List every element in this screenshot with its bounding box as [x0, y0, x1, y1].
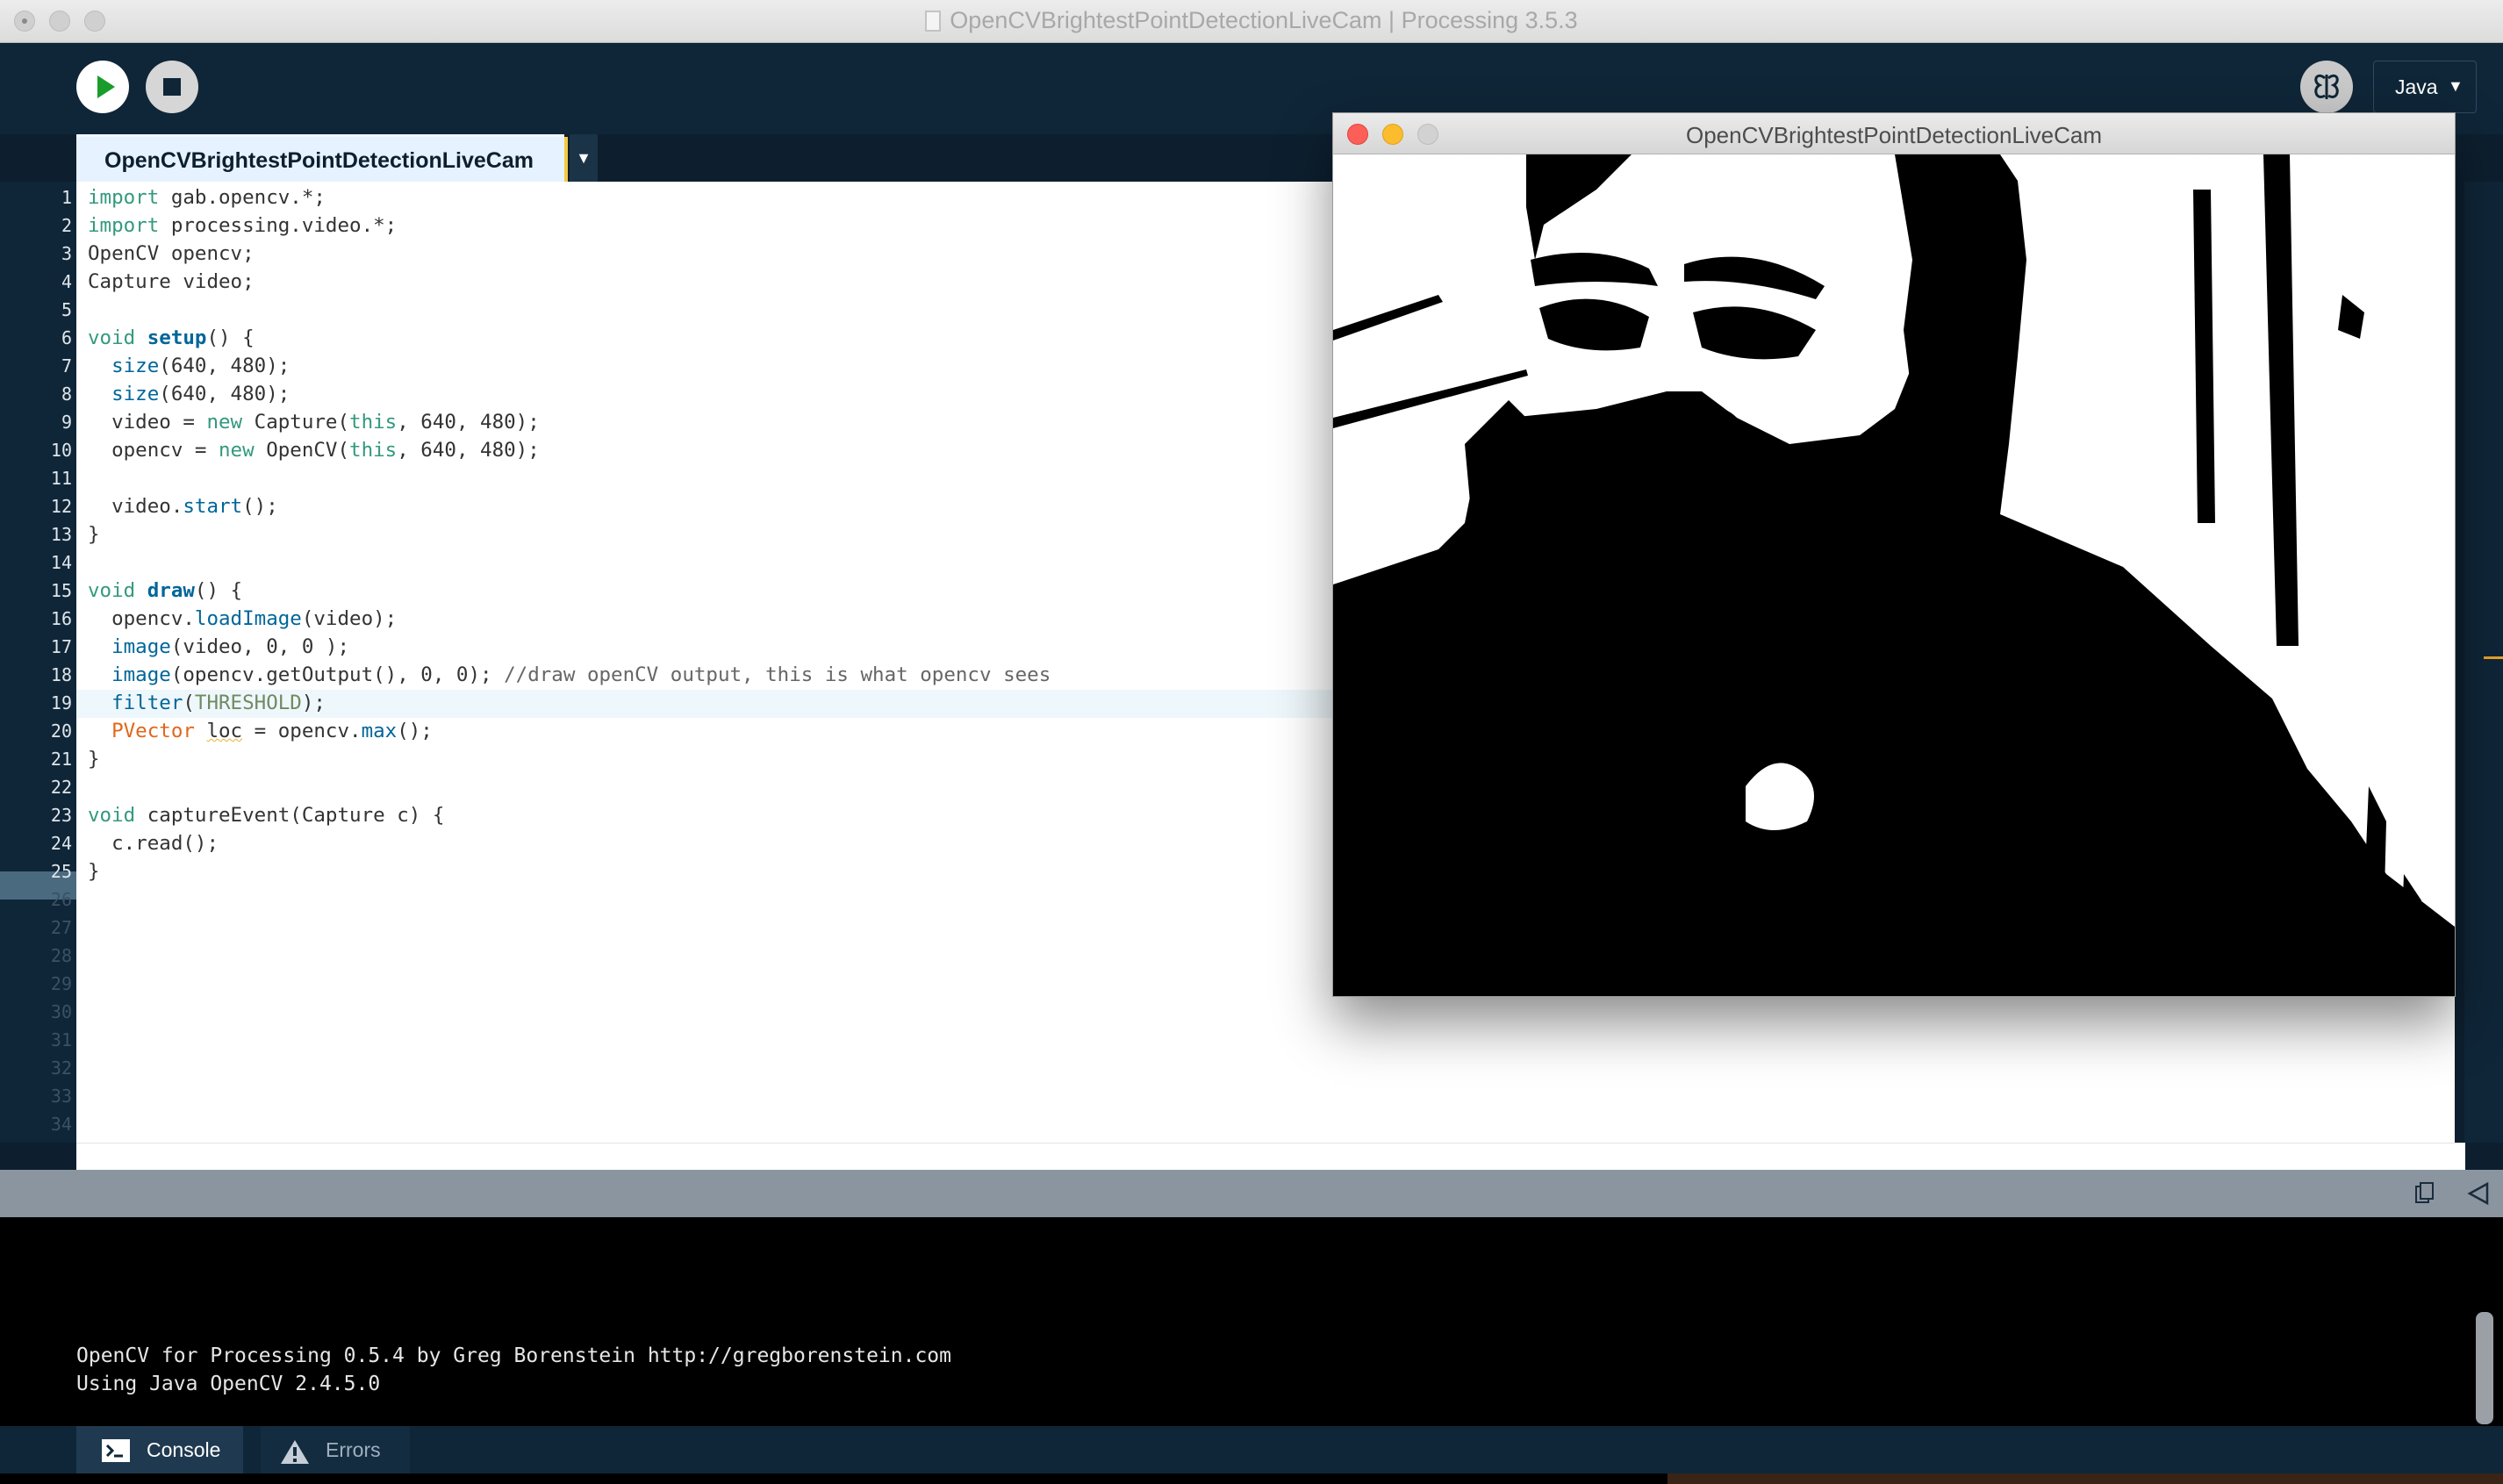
tab-label: OpenCVBrightestPointDetectionLiveCam	[104, 148, 534, 173]
editor-status-strip	[76, 1143, 2465, 1171]
line-number: 1	[61, 187, 72, 208]
line-number: 20	[50, 720, 72, 742]
line-number: 22	[50, 777, 72, 798]
debugger-button[interactable]	[2300, 61, 2353, 113]
run-button[interactable]	[76, 61, 129, 113]
warning-icon	[281, 1440, 309, 1464]
error-marker[interactable]	[2484, 656, 2503, 659]
line-number: 3	[61, 243, 72, 264]
line-number: 24	[50, 833, 72, 854]
line-number: 34	[50, 1114, 72, 1135]
line-number: 29	[50, 973, 72, 994]
code-line-text: PVector loc = opencv.max();	[111, 720, 433, 742]
console-icon	[102, 1439, 130, 1462]
code-line-text: }	[88, 860, 100, 883]
line-number: 6	[61, 327, 72, 348]
code-line-text: opencv.loadImage(video);	[88, 607, 398, 630]
console-tab[interactable]: Console	[76, 1426, 243, 1473]
line-number: 7	[61, 355, 72, 376]
line-number: 9	[61, 412, 72, 433]
line-number: 11	[50, 468, 72, 489]
line-number: 33	[50, 1086, 72, 1107]
mode-selector[interactable]: Java ▼	[2373, 61, 2477, 113]
line-number: 17	[50, 636, 72, 657]
line-number: 16	[50, 608, 72, 629]
code-line-text: video.start();	[88, 495, 278, 518]
errors-tab-label: Errors	[326, 1438, 381, 1461]
line-number: 4	[61, 271, 72, 292]
stop-icon	[163, 78, 181, 96]
line-number: 31	[50, 1029, 72, 1050]
desktop-strip	[0, 1473, 2503, 1484]
tab-sketch-main[interactable]: OpenCVBrightestPointDetectionLiveCam	[76, 134, 568, 184]
tab-menu-button[interactable]: ▼	[570, 134, 598, 182]
line-number: 5	[61, 299, 72, 320]
code-line-text: }	[88, 523, 100, 546]
line-number: 2	[61, 215, 72, 236]
thresholded-webcam-image	[1333, 154, 2455, 996]
line-number: 21	[50, 749, 72, 770]
line-number: 25	[50, 861, 72, 882]
line-number: 13	[50, 524, 72, 545]
code-line-text: filter(THRESHOLD);	[111, 692, 326, 714]
line-number: 14	[50, 552, 72, 573]
console-line: Using Java OpenCV 2.4.5.0	[76, 1373, 381, 1395]
stop-button[interactable]	[146, 61, 198, 113]
line-number: 18	[50, 664, 72, 685]
code-line-text: import processing.video.*;	[88, 214, 398, 237]
sketch-tab-bar: OpenCVBrightestPointDetectionLiveCam ▼	[0, 134, 1334, 184]
console-output: OpenCV for Processing 0.5.4 by Greg Bore…	[0, 1217, 2503, 1426]
line-number: 12	[50, 496, 72, 517]
code-line-text: size(640, 480);	[111, 355, 290, 377]
code-line-text: }	[88, 748, 100, 771]
line-number: 27	[50, 917, 72, 938]
console-scrollbar[interactable]	[2476, 1312, 2493, 1424]
line-number: 26	[50, 889, 72, 910]
console-header	[0, 1170, 2503, 1217]
line-number: 19	[50, 692, 72, 713]
line-number: 30	[50, 1001, 72, 1022]
webcam-threshold-picture	[1333, 154, 2455, 996]
copy-icon[interactable]	[2415, 1182, 2435, 1205]
code-line-text: image(opencv.getOutput(), 0, 0); //draw …	[111, 663, 1051, 686]
code-line-text: video = new Capture(this, 640, 480);	[88, 411, 540, 434]
sketch-output-window[interactable]: OpenCVBrightestPointDetectionLiveCam	[1332, 112, 2456, 997]
code-line-text: size(640, 480);	[111, 383, 290, 405]
chevron-down-icon: ▼	[2448, 77, 2464, 95]
line-number: 28	[50, 945, 72, 966]
footer-bar: Console Errors	[0, 1426, 2503, 1484]
collapse-console-icon[interactable]	[2466, 1180, 2491, 1207]
code-line-text: c.read();	[88, 832, 219, 855]
console-line: OpenCV for Processing 0.5.4 by Greg Bore…	[76, 1344, 951, 1367]
play-icon	[97, 75, 115, 98]
window-titlebar: OpenCVBrightestPointDetectionLiveCam | P…	[0, 0, 2503, 43]
line-number: 15	[50, 580, 72, 601]
code-line-text: import gab.opencv.*;	[88, 186, 326, 209]
sketch-window-title: OpenCVBrightestPointDetectionLiveCam	[1685, 122, 2103, 148]
line-number-gutter: 1 2 3 4 5 6 7 8 9 10 11 12 13 14 15 16 17 18 19 20 21 22 23 24 2…	[0, 182, 76, 1143]
console-tab-label: Console	[147, 1438, 221, 1461]
sketch-window-titlebar: OpenCVBrightestPointDetectionLiveCam	[1333, 113, 2455, 154]
errors-tab[interactable]: Errors	[261, 1426, 410, 1473]
debugger-butterfly-icon	[2314, 74, 2339, 99]
code-line-text: void draw() {	[88, 579, 243, 602]
line-number: 10	[50, 440, 72, 461]
code-line-text: image(video, 0, 0 );	[111, 635, 350, 658]
mode-label: Java	[2395, 75, 2438, 98]
window-title-container: OpenCVBrightestPointDetectionLiveCam | P…	[0, 7, 2503, 34]
line-number: 8	[61, 384, 72, 405]
code-line-text: Capture video;	[88, 270, 255, 293]
editor-scrollbar[interactable]	[2464, 182, 2503, 1143]
code-line-text: void setup() {	[88, 326, 255, 349]
line-number: 23	[50, 805, 72, 826]
window-title: OpenCVBrightestPointDetectionLiveCam | P…	[950, 7, 1578, 33]
code-line-text: OpenCV opencv;	[88, 242, 255, 265]
line-number: 32	[50, 1057, 72, 1079]
document-icon	[925, 11, 942, 32]
code-line-text: opencv = new OpenCV(this, 640, 480);	[88, 439, 540, 462]
code-line-text: void captureEvent(Capture c) {	[88, 804, 445, 827]
